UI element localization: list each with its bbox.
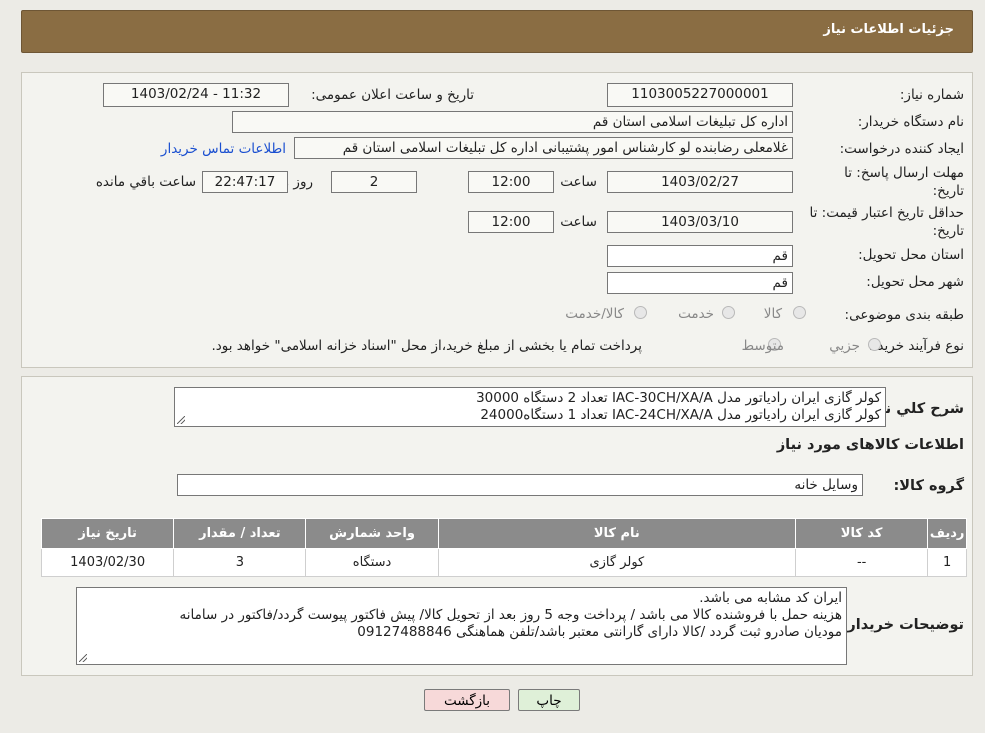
requester-field[interactable]: غلامعلی رضابنده لو کارشناس امور پشتیبانی… xyxy=(294,137,793,159)
validity-label-date: تاریخ: xyxy=(932,223,964,239)
remaining-time-field[interactable]: 22:47:17 xyxy=(202,171,288,193)
info-panel: شماره نیاز: 1103005227000001 تاریخ و ساع… xyxy=(21,72,973,368)
need-number-label: شماره نیاز: xyxy=(899,87,964,103)
page-title: جزئیات اطلاعات نیاز xyxy=(823,22,954,37)
province-field[interactable]: قم xyxy=(607,245,793,267)
validity-time-label: ساعت xyxy=(560,214,597,230)
buyer-notes-line-1: ایران کد مشابه می باشد. xyxy=(699,590,842,606)
buyer-org-field[interactable]: اداره کل تبلیغات اسلامی استان قم xyxy=(232,111,793,133)
cell-date: 1403/02/30 xyxy=(40,548,175,577)
city-label: شهر محل تحویل: xyxy=(866,274,964,290)
deadline-date-field[interactable]: 1403/02/27 xyxy=(607,171,793,193)
category-option-goods-service: کالا/خدمت xyxy=(565,306,624,322)
buyer-notes-textarea[interactable]: ایران کد مشابه می باشد. هزینه حمل با فرو… xyxy=(76,587,847,665)
requester-label: ایجاد کننده درخواست: xyxy=(839,141,964,157)
goods-section-title: اطلاعات کالاهای مورد نیاز xyxy=(776,437,964,453)
col-date: تاریخ نیاز xyxy=(40,518,175,549)
cell-unit: دستگاه xyxy=(305,548,439,577)
deadline-time-label: ساعت xyxy=(560,174,597,190)
buyer-org-label: نام دستگاه خریدار: xyxy=(857,114,964,130)
details-panel: شرح کلي نياز: کولر گازی ایران رادیاتور م… xyxy=(21,376,973,676)
goods-table-header: ردیف کد کالا نام کالا واحد شمارش تعداد /… xyxy=(40,518,967,549)
validity-label: حداقل تاريخ اعتبار قيمت: تا xyxy=(809,205,964,221)
cell-qty: 3 xyxy=(173,548,307,577)
resize-grip-icon[interactable] xyxy=(79,654,87,662)
province-label: استان محل تحویل: xyxy=(858,247,964,263)
category-label: طبقه بندی موضوعی: xyxy=(844,307,964,323)
process-treasury-note: پرداخت تمام یا بخشی از مبلغ خرید،از محل … xyxy=(211,338,642,354)
back-button[interactable]: بازگشت xyxy=(424,689,510,711)
category-option-service: خدمت xyxy=(678,306,714,322)
goods-group-label: گروه کالا: xyxy=(893,478,964,494)
process-radio-treasury[interactable] xyxy=(656,338,666,348)
process-label: نوع فرآیند خرید : xyxy=(868,338,964,354)
validity-time-field[interactable]: 12:00 xyxy=(468,211,554,233)
description-textarea[interactable]: کولر گازی ایران رادیاتور مدل IAC-30CH/XA… xyxy=(174,387,886,427)
remaining-time-label: ساعت باقي مانده xyxy=(95,174,196,190)
goods-table: ردیف کد کالا نام کالا واحد شمارش تعداد /… xyxy=(40,518,967,577)
table-row[interactable]: 1 -- کولر گازی دستگاه 3 1403/02/30 xyxy=(40,548,967,577)
category-radio-service[interactable] xyxy=(722,306,735,319)
process-option-medium: متوسط xyxy=(741,338,784,354)
deadline-label-date: تاریخ: xyxy=(932,183,964,199)
col-qty: تعداد / مقدار xyxy=(173,518,307,549)
process-radio-minor[interactable] xyxy=(868,338,881,351)
announce-field[interactable]: 1403/02/24 - 11:32 xyxy=(103,83,289,107)
cell-code: -- xyxy=(795,548,929,577)
buyer-contact-link[interactable]: اطلاعات تماس خریدار xyxy=(161,141,286,157)
col-row: ردیف xyxy=(927,518,967,549)
deadline-label: مهلت ارسال پاسخ: تا xyxy=(844,165,964,181)
city-field[interactable]: قم xyxy=(607,272,793,294)
col-unit: واحد شمارش xyxy=(305,518,439,549)
description-line-1: کولر گازی ایران رادیاتور مدل IAC-30CH/XA… xyxy=(476,390,881,406)
need-number-field[interactable]: 1103005227000001 xyxy=(607,83,793,107)
category-radio-goods[interactable] xyxy=(793,306,806,319)
description-line-2: کولر گازی ایران رادیاتور مدل IAC-24CH/XA… xyxy=(480,407,881,423)
days-remaining-field[interactable]: 2 xyxy=(331,171,417,193)
buyer-notes-line-3: مودیان صادرو ثبت گردد /کالا دارای گارانت… xyxy=(357,624,842,640)
resize-grip-icon[interactable] xyxy=(177,416,185,424)
cell-row: 1 xyxy=(927,548,967,577)
deadline-time-field[interactable]: 12:00 xyxy=(468,171,554,193)
cell-name: کولر گازی xyxy=(437,548,797,577)
buyer-notes-line-2: هزینه حمل با فروشنده کالا می باشد / پردا… xyxy=(179,607,842,623)
col-code: کد کالا xyxy=(795,518,929,549)
page-header: جزئیات اطلاعات نیاز xyxy=(21,10,973,53)
category-option-goods: کالا xyxy=(763,306,782,322)
category-radio-goods-service[interactable] xyxy=(634,306,647,319)
validity-date-field[interactable]: 1403/03/10 xyxy=(607,211,793,233)
buyer-notes-label: توضیحات خریدار: xyxy=(841,617,964,633)
goods-group-field[interactable]: وسایل خانه xyxy=(177,474,863,496)
col-name: نام کالا xyxy=(437,518,797,549)
announce-label: تاریخ و ساعت اعلان عمومی: xyxy=(311,87,474,103)
print-button[interactable]: چاپ xyxy=(518,689,580,711)
process-option-minor: جزيي xyxy=(829,338,860,354)
